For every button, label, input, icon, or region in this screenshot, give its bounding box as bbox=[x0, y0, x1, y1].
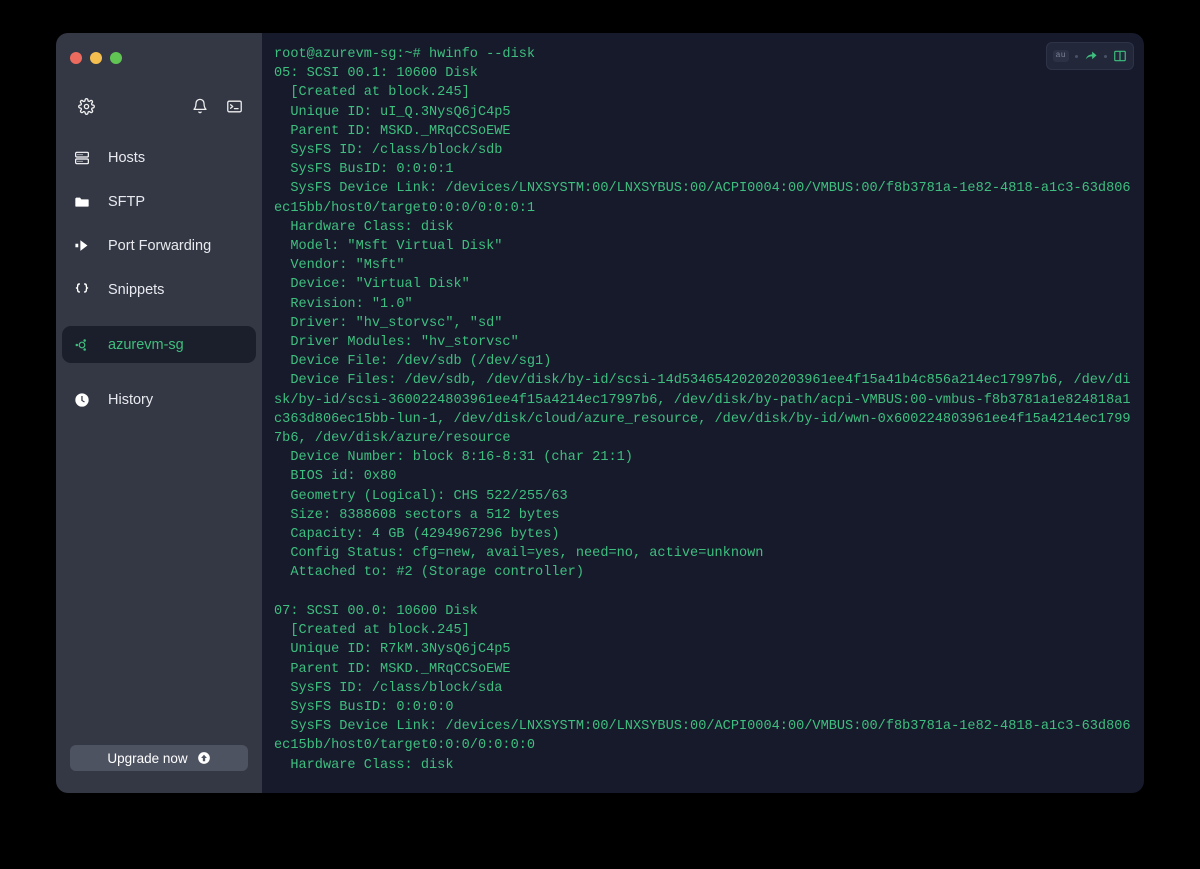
sidebar-item-history[interactable]: History bbox=[62, 381, 256, 418]
arrow-up-circle-icon bbox=[197, 751, 211, 765]
terminal-line: 07: SCSI 00.0: 10600 Disk bbox=[274, 602, 1136, 621]
terminal-line: SysFS BusID: 0:0:0:1 bbox=[274, 160, 1136, 179]
nav-divider bbox=[56, 315, 262, 326]
terminal-line: Device Files: /dev/sdb, /dev/disk/by-id/… bbox=[274, 371, 1136, 448]
autocomplete-badge[interactable]: au bbox=[1053, 50, 1069, 62]
terminal-line: Size: 8388608 sectors a 512 bytes bbox=[274, 506, 1136, 525]
terminal-line: Device Number: block 8:16-8:31 (char 21:… bbox=[274, 448, 1136, 467]
sidebar-item-label: Hosts bbox=[108, 150, 145, 166]
ubuntu-icon bbox=[74, 337, 96, 353]
server-rack-icon bbox=[74, 150, 96, 166]
terminal-line: Unique ID: R7kM.3NysQ6jC4p5 bbox=[274, 640, 1136, 659]
sidebar-item-port-forwarding[interactable]: Port Forwarding bbox=[62, 227, 256, 264]
terminal-line: BIOS id: 0x80 bbox=[274, 467, 1136, 486]
sidebar-nav: Hosts SFTP bbox=[56, 139, 262, 425]
split-pane-icon[interactable] bbox=[1113, 49, 1127, 63]
terminal-line: 05: SCSI 00.1: 10600 Disk bbox=[274, 64, 1136, 83]
app-window: Hosts SFTP bbox=[56, 33, 1144, 793]
screen: Hosts SFTP bbox=[0, 0, 1200, 869]
terminal-pane[interactable]: au root@azurevm-sg:~# hwinfo --disk05: S… bbox=[262, 33, 1144, 793]
upgrade-label: Upgrade now bbox=[107, 751, 187, 766]
sidebar-footer: Upgrade now bbox=[56, 745, 262, 793]
sidebar-item-sftp[interactable]: SFTP bbox=[62, 183, 256, 220]
terminal-line: Geometry (Logical): CHS 522/255/63 bbox=[274, 487, 1136, 506]
terminal-line: Unique ID: uI_Q.3NysQ6jC4p5 bbox=[274, 103, 1136, 122]
terminal-line: Driver Modules: "hv_storvsc" bbox=[274, 333, 1136, 352]
arrow-forward-icon bbox=[74, 237, 96, 254]
sidebar: Hosts SFTP bbox=[56, 33, 262, 793]
terminal-line: Hardware Class: disk bbox=[274, 756, 1136, 775]
terminal-line: [Created at block.245] bbox=[274, 621, 1136, 640]
terminal-line: [Created at block.245] bbox=[274, 83, 1136, 102]
terminal-line: Capacity: 4 GB (4294967296 bytes) bbox=[274, 525, 1136, 544]
toolbar-separator-dot bbox=[1104, 55, 1107, 58]
terminal-line: Vendor: "Msft" bbox=[274, 256, 1136, 275]
close-button[interactable] bbox=[70, 52, 82, 64]
sidebar-item-label: History bbox=[108, 392, 153, 408]
terminal-line: Config Status: cfg=new, avail=yes, need=… bbox=[274, 544, 1136, 563]
toolbar-separator-dot bbox=[1075, 55, 1078, 58]
terminal-line: SysFS Device Link: /devices/LNXSYSTM:00/… bbox=[274, 179, 1136, 217]
terminal-line: Driver: "hv_storvsc", "sd" bbox=[274, 314, 1136, 333]
minimize-button[interactable] bbox=[90, 52, 102, 64]
upgrade-now-button[interactable]: Upgrade now bbox=[70, 745, 248, 771]
share-arrow-icon[interactable] bbox=[1084, 49, 1098, 63]
braces-icon bbox=[74, 282, 96, 298]
terminal-toolbar: au bbox=[1046, 42, 1134, 70]
terminal-line: Device File: /dev/sdb (/dev/sg1) bbox=[274, 352, 1136, 371]
maximize-button[interactable] bbox=[110, 52, 122, 64]
terminal-icon[interactable] bbox=[222, 94, 246, 118]
terminal-line: root@azurevm-sg:~# hwinfo --disk bbox=[274, 45, 1136, 64]
sidebar-item-label: Port Forwarding bbox=[108, 238, 211, 254]
terminal-line bbox=[274, 583, 1136, 602]
terminal-line: Parent ID: MSKD._MRqCCSoEWE bbox=[274, 660, 1136, 679]
terminal-line: Revision: "1.0" bbox=[274, 295, 1136, 314]
sidebar-item-label: SFTP bbox=[108, 194, 145, 210]
terminal-line: Attached to: #2 (Storage controller) bbox=[274, 563, 1136, 582]
terminal-line: Model: "Msft Virtual Disk" bbox=[274, 237, 1136, 256]
window-controls bbox=[56, 33, 262, 69]
sidebar-item-azurevm-sg[interactable]: azurevm-sg bbox=[62, 326, 256, 363]
terminal-line: SysFS BusID: 0:0:0:0 bbox=[274, 698, 1136, 717]
sidebar-toolbar bbox=[56, 91, 262, 121]
terminal-line: SysFS ID: /class/block/sdb bbox=[274, 141, 1136, 160]
terminal-line: Parent ID: MSKD._MRqCCSoEWE bbox=[274, 122, 1136, 141]
gear-icon[interactable] bbox=[74, 94, 98, 118]
terminal-line: SysFS ID: /class/block/sda bbox=[274, 679, 1136, 698]
clock-icon bbox=[74, 392, 96, 408]
folder-icon bbox=[74, 194, 96, 210]
sidebar-item-label: Snippets bbox=[108, 282, 164, 298]
terminal-line: Hardware Class: disk bbox=[274, 218, 1136, 237]
nav-divider bbox=[56, 370, 262, 381]
bell-icon[interactable] bbox=[188, 94, 212, 118]
sidebar-item-snippets[interactable]: Snippets bbox=[62, 271, 256, 308]
sidebar-item-label: azurevm-sg bbox=[108, 337, 184, 353]
terminal-line: SysFS Device Link: /devices/LNXSYSTM:00/… bbox=[274, 717, 1136, 755]
terminal-output[interactable]: root@azurevm-sg:~# hwinfo --disk05: SCSI… bbox=[262, 33, 1144, 793]
sidebar-item-hosts[interactable]: Hosts bbox=[62, 139, 256, 176]
terminal-line: Device: "Virtual Disk" bbox=[274, 275, 1136, 294]
